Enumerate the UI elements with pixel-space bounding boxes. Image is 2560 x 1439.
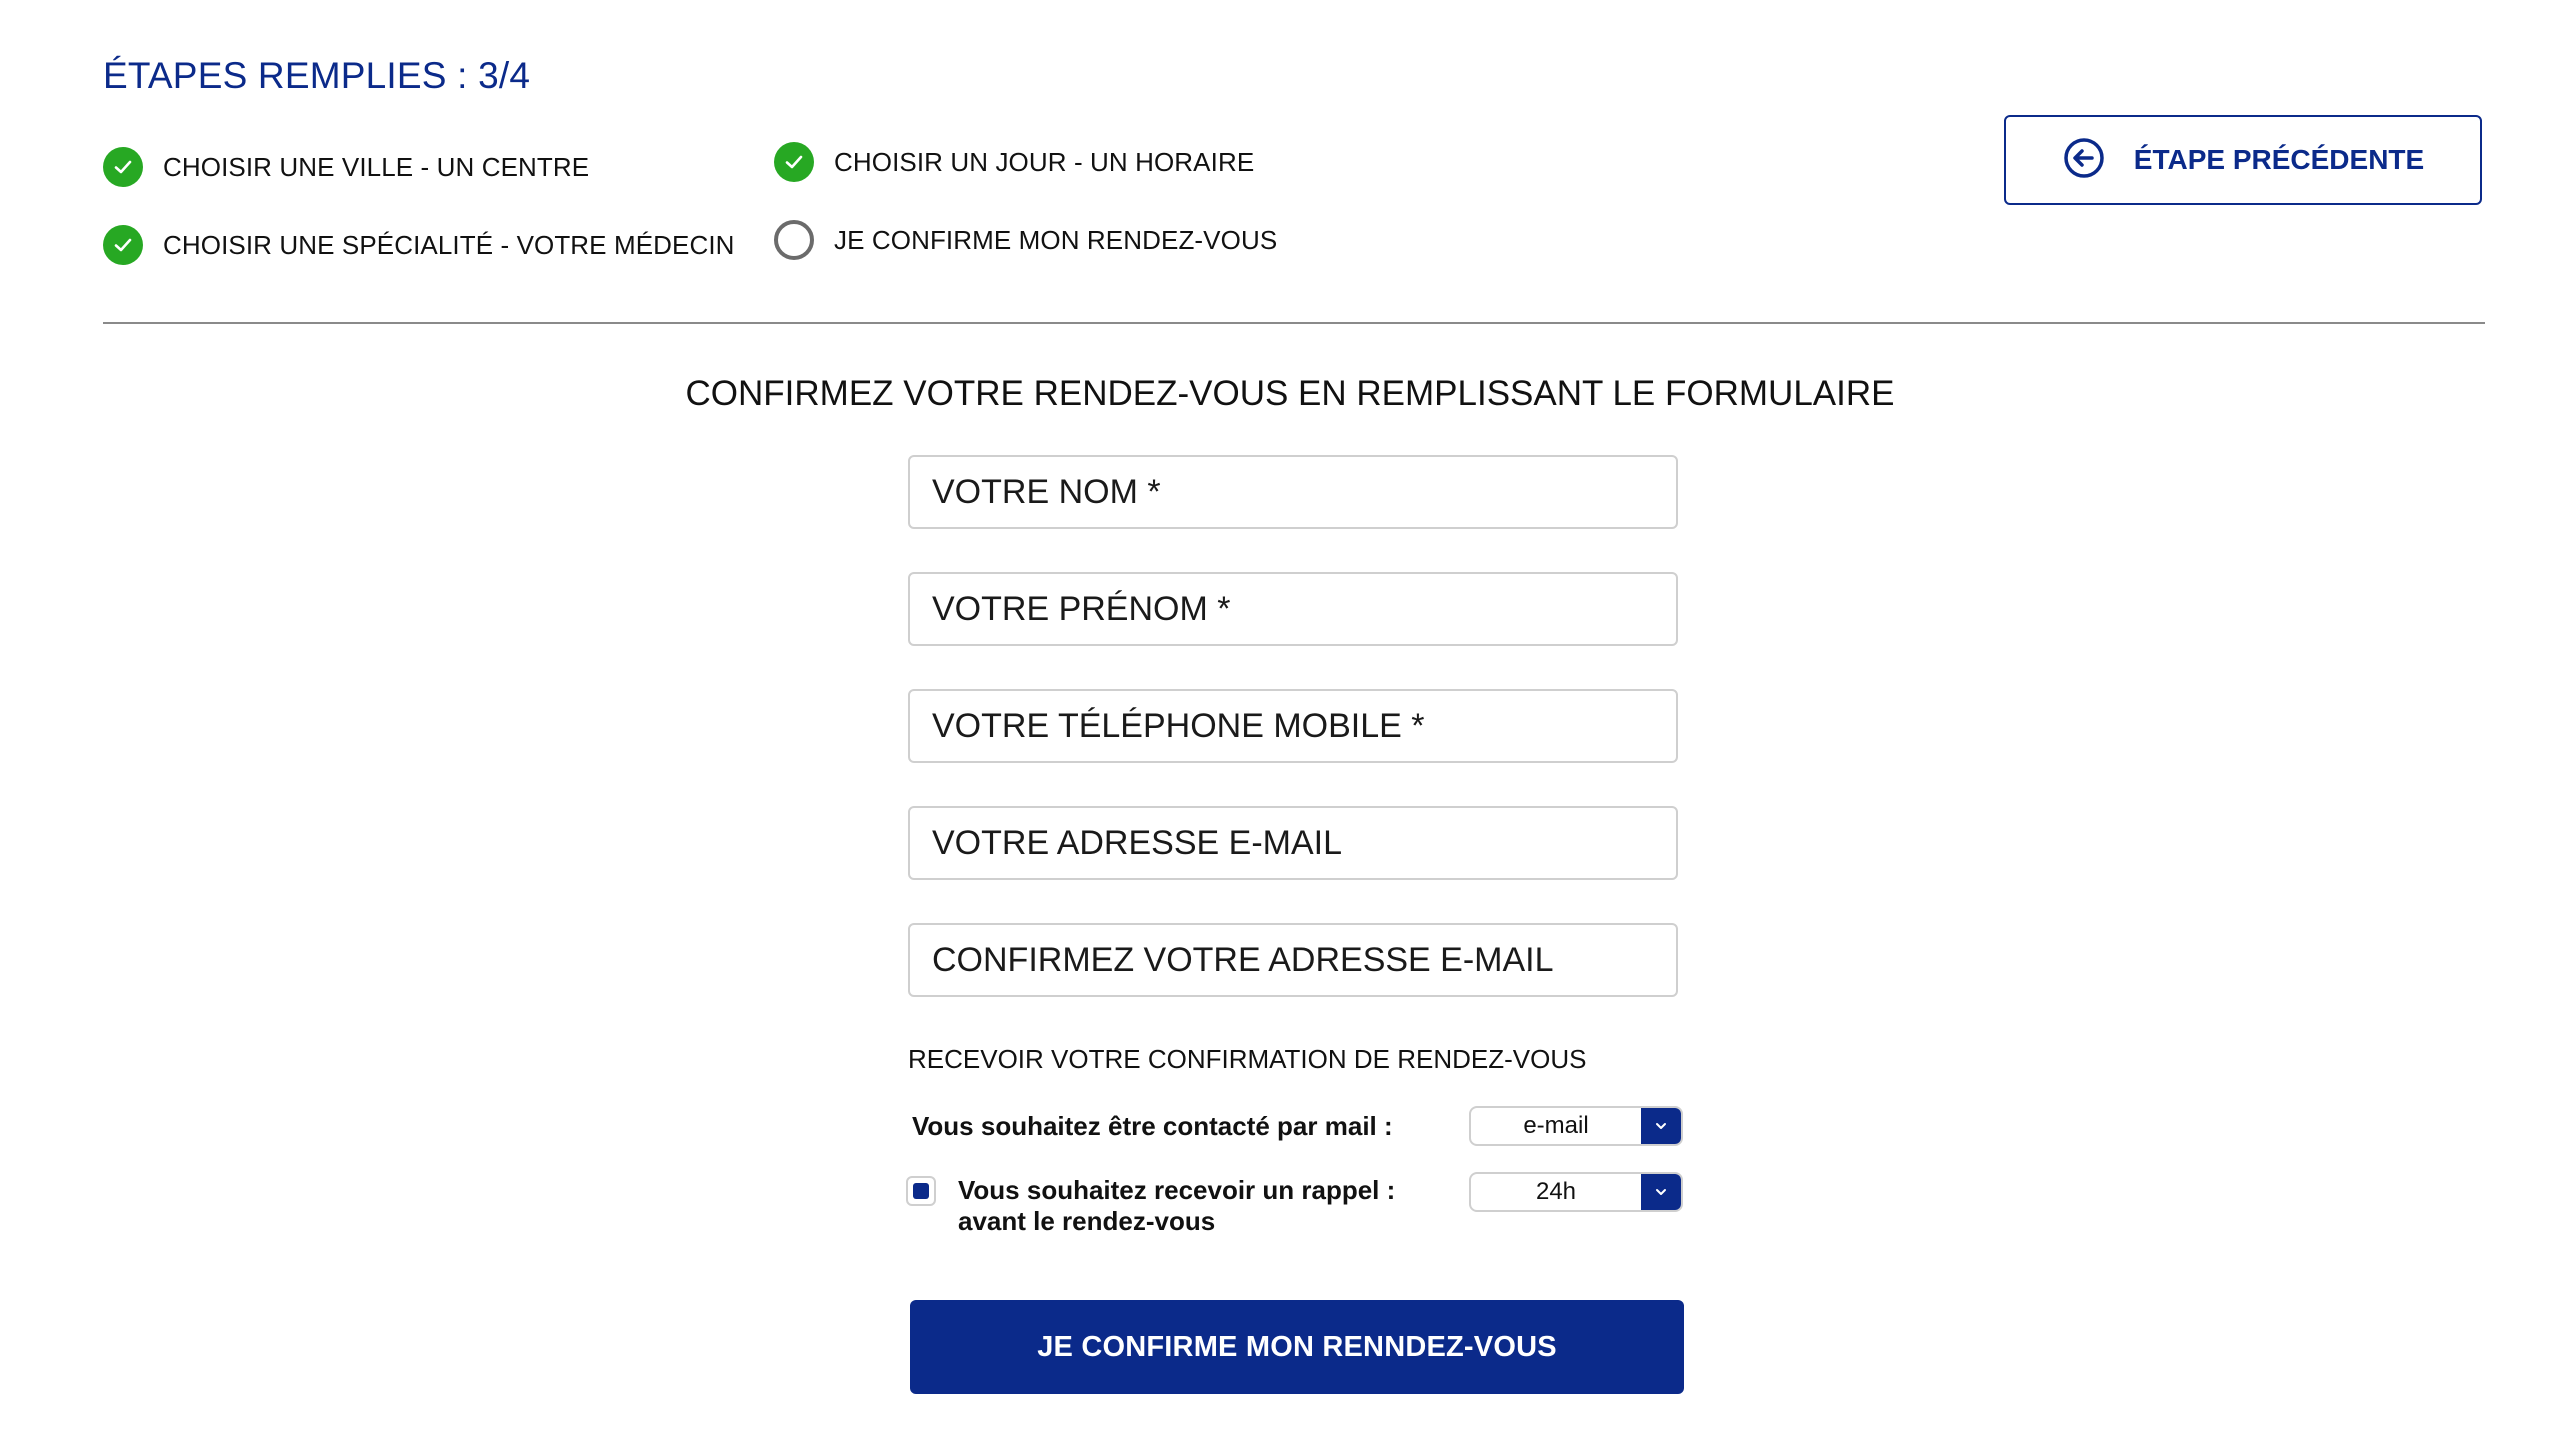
steps-title: ÉTAPES REMPLIES : 3/4 xyxy=(103,55,531,96)
check-circle-icon xyxy=(774,142,814,182)
arrow-left-circle-icon xyxy=(2062,136,2106,185)
reminder-delay-select[interactable]: 24h xyxy=(1469,1172,1683,1212)
step-label: CHOISIR UN JOUR - UN HORAIRE xyxy=(834,146,1255,177)
empty-circle-icon xyxy=(774,220,814,260)
chevron-down-icon xyxy=(1641,1108,1681,1144)
contact-mail-label: Vous souhaitez être contacté par mail : xyxy=(912,1111,1393,1141)
previous-step-label: ÉTAPE PRÉCÉDENTE xyxy=(2133,144,2425,175)
step-item-city: CHOISIR UNE VILLE - UN CENTRE xyxy=(103,147,589,187)
last-name-input[interactable] xyxy=(908,455,1678,529)
confirmation-section-label: RECEVOIR VOTRE CONFIRMATION DE RENDEZ-VO… xyxy=(908,1044,1587,1074)
check-circle-icon xyxy=(103,225,143,265)
step-label: CHOISIR UNE VILLE - UN CENTRE xyxy=(163,151,590,182)
check-circle-icon xyxy=(103,147,143,187)
step-item-day: CHOISIR UN JOUR - UN HORAIRE xyxy=(774,142,1254,182)
step-label: JE CONFIRME MON RENDEZ-VOUS xyxy=(834,224,1278,255)
contact-method-value: e-mail xyxy=(1523,1112,1589,1139)
step-label: CHOISIR UNE SPÉCIALITÉ - VOTRE MÉDECIN xyxy=(163,229,735,260)
chevron-down-icon xyxy=(1641,1174,1681,1210)
email-input[interactable] xyxy=(908,806,1678,880)
reminder-label-line2: avant le rendez-vous xyxy=(958,1206,1216,1236)
email-confirm-input[interactable] xyxy=(908,923,1678,997)
contact-method-select[interactable]: e-mail xyxy=(1469,1106,1683,1146)
step-item-specialty: CHOISIR UNE SPÉCIALITÉ - VOTRE MÉDECIN xyxy=(103,225,735,265)
step-item-confirm: JE CONFIRME MON RENDEZ-VOUS xyxy=(774,220,1277,260)
first-name-input[interactable] xyxy=(908,572,1678,646)
confirm-appointment-label: JE CONFIRME MON RENNDEZ-VOUS xyxy=(1037,1330,1557,1363)
mobile-phone-input[interactable] xyxy=(908,689,1678,763)
reminder-delay-value: 24h xyxy=(1535,1178,1577,1205)
checkbox-checked-mark xyxy=(913,1183,929,1199)
reminder-label: Vous souhaitez recevoir un rappel : avan… xyxy=(958,1175,1395,1237)
reminder-checkbox[interactable] xyxy=(906,1176,936,1206)
form-title: CONFIRMEZ VOTRE RENDEZ-VOUS EN REMPLISSA… xyxy=(685,374,1895,413)
previous-step-button[interactable]: ÉTAPE PRÉCÉDENTE xyxy=(2004,115,2482,205)
divider xyxy=(103,322,2485,324)
reminder-label-line1: Vous souhaitez recevoir un rappel : xyxy=(958,1175,1396,1205)
confirm-appointment-button[interactable]: JE CONFIRME MON RENNDEZ-VOUS xyxy=(910,1300,1684,1394)
